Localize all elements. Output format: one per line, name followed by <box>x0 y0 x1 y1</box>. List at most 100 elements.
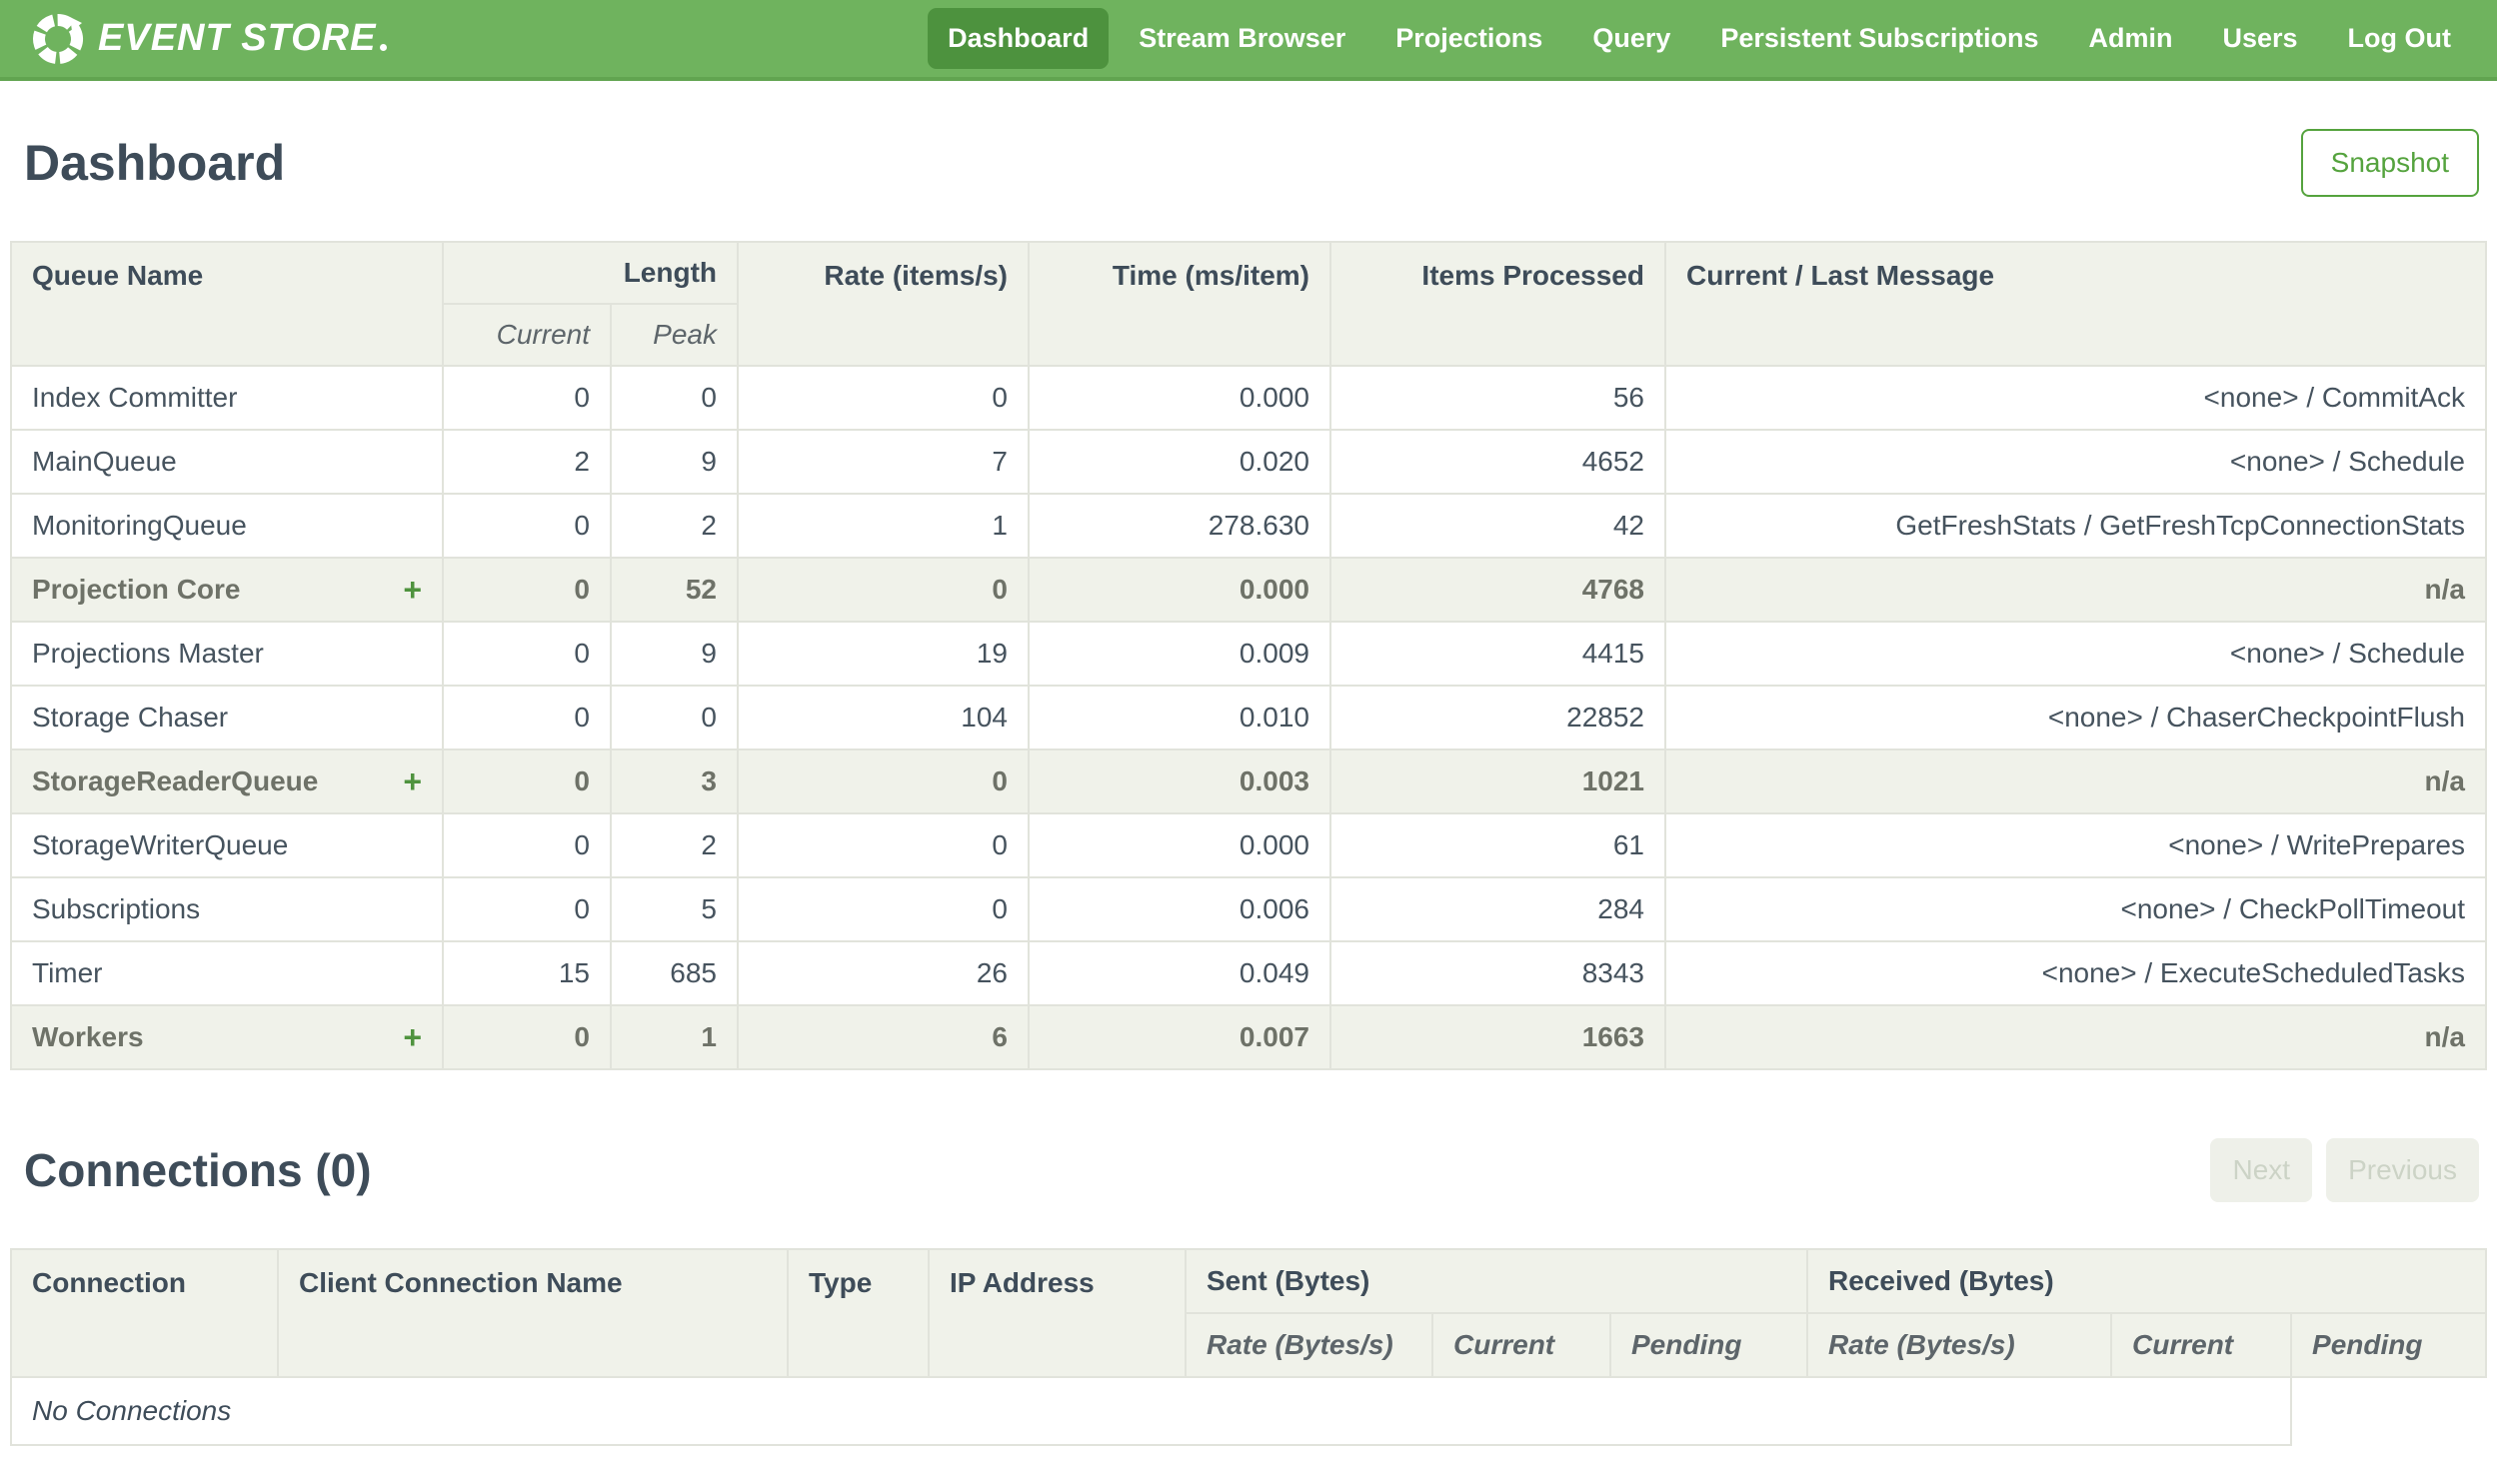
queue-name-label: Workers <box>32 1021 144 1052</box>
no-connections-row: No Connections <box>9 1376 2486 1446</box>
message-cell: <none> / ChaserCheckpointFlush <box>1664 685 2487 750</box>
message-cell: GetFreshStats / GetFreshTcpConnectionSta… <box>1664 493 2487 559</box>
queue-table-body: Index Committer 0 0 0 0.000 56 <none> / Commit… <box>10 365 2487 1070</box>
queue-name-cell: Workers + <box>10 1004 444 1070</box>
peak-cell: 0 <box>610 365 739 431</box>
items-processed-cell: 56 <box>1329 365 1666 431</box>
peak-cell: 52 <box>610 557 739 623</box>
message-cell: <none> / Schedule <box>1664 621 2487 687</box>
queue-name-cell: Storage Chaser <box>10 685 444 750</box>
queue-row-projections-master: Projections Master 0 9 19 0.009 4415 <none> / … <box>10 621 2487 687</box>
connections-table-body: No Connections <box>9 1376 2486 1446</box>
time-cell: 0.000 <box>1028 812 1331 878</box>
rate-cell: 0 <box>737 876 1030 942</box>
queue-row-projection-core: Projection Core +0 52 0 0.000 4768 n/a <box>10 557 2487 623</box>
items-processed-cell: 61 <box>1329 812 1666 878</box>
time-cell: 0.010 <box>1028 685 1331 750</box>
next-button[interactable]: Next <box>2210 1138 2313 1202</box>
message-cell: n/a <box>1664 1004 2487 1070</box>
items-processed-cell: 1021 <box>1329 748 1666 814</box>
items-processed-cell: 4415 <box>1329 621 1666 687</box>
queue-name-cell: Subscriptions <box>10 876 444 942</box>
queue-row-timer: Timer 15 685 26 0.049 8343 <none> / ExecuteSch… <box>10 940 2487 1006</box>
queue-table: Queue Name Length Rate (items/s) Time (m… <box>10 241 2487 1070</box>
current-cell: 15 <box>442 940 612 1006</box>
col-header-ip-address: IP Address <box>928 1248 1187 1378</box>
col-header-sent-current: Current <box>1431 1312 1611 1378</box>
current-cell: 0 <box>442 557 612 623</box>
snapshot-button[interactable]: Snapshot <box>2300 129 2479 197</box>
current-cell: 0 <box>442 493 612 559</box>
queue-row-subscriptions: Subscriptions 0 5 0 0.006 284 <none> / CheckPo… <box>10 876 2487 942</box>
current-cell: 0 <box>442 365 612 431</box>
queue-name-cell: Timer <box>10 940 444 1006</box>
col-header-connection: Connection <box>10 1248 279 1378</box>
queue-name-label: Projection Core <box>32 574 241 605</box>
queue-row-workers: Workers +0 1 6 0.007 1663 n/a <box>10 1004 2487 1070</box>
nav-item-log-out[interactable]: Log Out <box>2328 8 2471 69</box>
message-cell: n/a <box>1664 748 2487 814</box>
col-header-type: Type <box>787 1248 930 1378</box>
rate-cell: 1 <box>737 493 1030 559</box>
message-cell: n/a <box>1664 557 2487 623</box>
queue-name-cell: Projections Master <box>10 621 444 687</box>
time-cell: 0.020 <box>1028 429 1331 495</box>
col-header-rate: Rate (items/s) <box>737 241 1030 367</box>
col-header-message: Current / Last Message <box>1664 241 2487 367</box>
peak-cell: 2 <box>610 493 739 559</box>
peak-cell: 1 <box>610 1004 739 1070</box>
items-processed-cell: 42 <box>1329 493 1666 559</box>
message-cell: <none> / Schedule <box>1664 429 2487 495</box>
col-header-length-current: Current <box>442 303 612 367</box>
peak-cell: 5 <box>610 876 739 942</box>
current-cell: 0 <box>442 621 612 687</box>
items-processed-cell: 1663 <box>1329 1004 1666 1070</box>
rate-cell: 104 <box>737 685 1030 750</box>
queue-name-cell: Index Committer <box>10 365 444 431</box>
time-cell: 0.049 <box>1028 940 1331 1006</box>
queue-name-cell: MonitoringQueue <box>10 493 444 559</box>
expand-plus-icon[interactable]: + <box>403 765 422 797</box>
queue-row-index-committer: Index Committer 0 0 0 0.000 56 <none> / Commit… <box>10 365 2487 431</box>
nav-item-users[interactable]: Users <box>2202 8 2317 69</box>
col-header-received-bytes: Received (Bytes) <box>1806 1248 2487 1314</box>
queue-name-label: Index Committer <box>32 382 238 413</box>
rate-cell: 0 <box>737 557 1030 623</box>
time-cell: 278.630 <box>1028 493 1331 559</box>
queue-name-label: Timer <box>32 957 103 988</box>
queue-name-cell: StorageWriterQueue <box>10 812 444 878</box>
expand-plus-icon[interactable]: + <box>403 574 422 606</box>
message-cell: <none> / ExecuteScheduledTasks <box>1664 940 2487 1006</box>
peak-cell: 9 <box>610 621 739 687</box>
nav-item-admin[interactable]: Admin <box>2068 8 2192 69</box>
current-cell: 2 <box>442 429 612 495</box>
previous-button[interactable]: Previous <box>2326 1138 2479 1202</box>
queue-name-cell: Projection Core + <box>10 557 444 623</box>
expand-plus-icon[interactable]: + <box>403 1021 422 1053</box>
items-processed-cell: 284 <box>1329 876 1666 942</box>
brand-name: EVENT STORE <box>98 17 377 59</box>
current-cell: 0 <box>442 748 612 814</box>
no-connections-message: No Connections <box>9 1376 2293 1446</box>
col-header-length: Length <box>442 241 739 305</box>
peak-cell: 685 <box>610 940 739 1006</box>
time-cell: 0.009 <box>1028 621 1331 687</box>
nav-item-dashboard[interactable]: Dashboard <box>928 8 1110 69</box>
col-header-length-peak: Peak <box>610 303 739 367</box>
queue-row-storage-chaser: Storage Chaser 0 0 104 0.010 22852 <none> / Ch… <box>10 685 2487 750</box>
registered-mark-icon <box>380 43 388 51</box>
rate-cell: 0 <box>737 748 1030 814</box>
nav-item-persistent-subscriptions[interactable]: Persistent Subscriptions <box>1700 8 2058 69</box>
items-processed-cell: 8343 <box>1329 940 1666 1006</box>
brand-logo[interactable]: EVENT STORE <box>30 11 388 67</box>
nav-item-query[interactable]: Query <box>1572 8 1690 69</box>
col-header-received-pending: Pending <box>2290 1312 2487 1378</box>
queue-table-header: Queue Name Length Rate (items/s) Time (m… <box>10 241 2487 367</box>
time-cell: 0.000 <box>1028 557 1331 623</box>
peak-cell: 3 <box>610 748 739 814</box>
col-header-sent-rate: Rate (Bytes/s) <box>1185 1312 1433 1378</box>
nav-item-stream-browser[interactable]: Stream Browser <box>1119 8 1365 69</box>
current-cell: 0 <box>442 876 612 942</box>
col-header-received-rate: Rate (Bytes/s) <box>1806 1312 2113 1378</box>
nav-item-projections[interactable]: Projections <box>1375 8 1562 69</box>
